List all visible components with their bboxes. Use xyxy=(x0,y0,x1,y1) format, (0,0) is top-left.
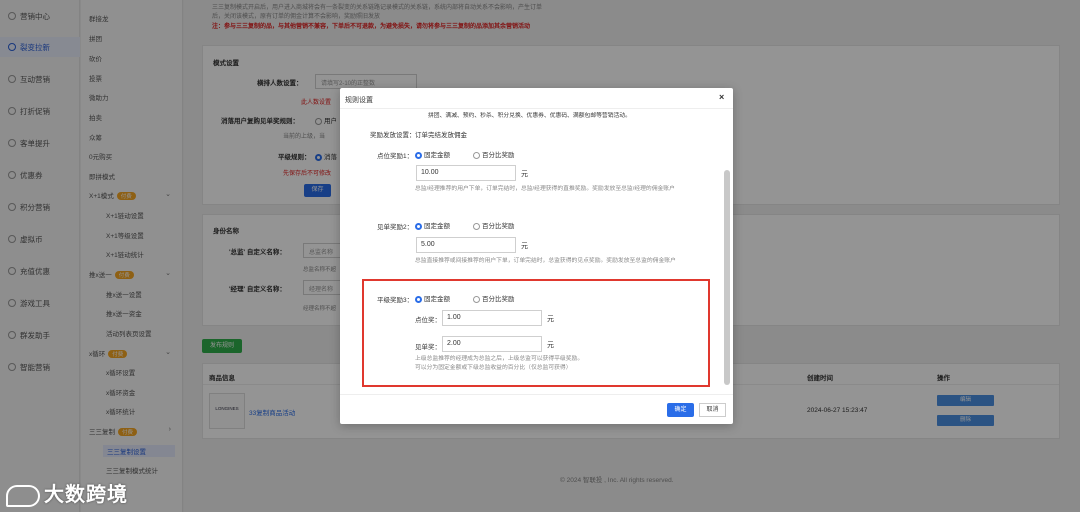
dialog-scrollbar[interactable] xyxy=(724,170,730,385)
field-note: 可以分为固定金额或下级总监收益的百分比（仅总监可获得） xyxy=(415,365,572,371)
radio-label: 百分比奖励 xyxy=(482,152,515,159)
radio-label: 固定金额 xyxy=(424,296,450,303)
field-label: 见单奖： xyxy=(415,344,441,351)
field-label: 见单奖励2： xyxy=(377,224,414,231)
watermark-text: 大数跨境 xyxy=(44,484,128,506)
order-reward-input[interactable]: 5.00 xyxy=(416,237,516,253)
warning-text: 拼团、满减、预约、秒杀、积分兑换、优惠券、优惠码、满额包邮等营销活动。 xyxy=(428,113,631,119)
radio-label: 百分比奖励 xyxy=(482,296,515,303)
radio-label: 固定金额 xyxy=(424,223,450,230)
dialog-divider xyxy=(340,108,733,109)
field-note: 总监/经理推荐的用户下单，订单完结时，总监/经理获得的直推奖励。奖励发放至总监/… xyxy=(415,186,675,192)
radio-label: 固定金额 xyxy=(424,152,450,159)
radio-icon xyxy=(473,151,480,159)
field-label: 点位奖励1： xyxy=(377,153,414,160)
point-reward-fixed-radio[interactable]: 固定金额 xyxy=(415,149,450,159)
reward-release-value: 订单完结发放佣金 xyxy=(415,132,467,139)
close-icon[interactable]: × xyxy=(719,92,724,102)
watermark: 大数跨境 xyxy=(6,478,128,507)
unit-label: 元 xyxy=(547,316,554,323)
radio-selected-icon xyxy=(415,295,422,303)
radio-selected-icon xyxy=(415,222,422,230)
dialog-title: 规则设置 xyxy=(345,97,373,104)
level-point-reward-input[interactable]: 1.00 xyxy=(442,310,542,326)
order-reward-percent-radio[interactable]: 百分比奖励 xyxy=(473,220,515,230)
radio-icon xyxy=(473,295,480,303)
field-note: 上级总监推荐的经理成为总监之后，上级总监可以获得平级奖励。 xyxy=(415,356,584,362)
level-order-reward-input[interactable]: 2.00 xyxy=(442,336,542,352)
watermark-logo-icon xyxy=(6,484,40,507)
radio-label: 百分比奖励 xyxy=(482,223,515,230)
point-reward-percent-radio[interactable]: 百分比奖励 xyxy=(473,149,515,159)
radio-selected-icon xyxy=(415,151,422,159)
cancel-button[interactable]: 取消 xyxy=(699,403,726,417)
field-note: 总监直接推荐或间接推荐的用户下单，订单完结时，总监获得的见点奖励。奖励发放至总监… xyxy=(415,258,676,264)
level-reward-percent-radio[interactable]: 百分比奖励 xyxy=(473,293,515,303)
field-label: 奖励发放设置： xyxy=(370,132,416,139)
dialog-footer-divider xyxy=(340,394,733,395)
point-reward-input[interactable]: 10.00 xyxy=(416,165,516,181)
order-reward-fixed-radio[interactable]: 固定金额 xyxy=(415,220,450,230)
confirm-button[interactable]: 确定 xyxy=(667,403,694,417)
unit-label: 元 xyxy=(521,171,528,178)
rule-settings-dialog: 规则设置 × 拼团、满减、预约、秒杀、积分兑换、优惠券、优惠码、满额包邮等营销活… xyxy=(340,88,733,424)
unit-label: 元 xyxy=(547,342,554,349)
level-reward-fixed-radio[interactable]: 固定金额 xyxy=(415,293,450,303)
field-label: 点位奖： xyxy=(415,317,441,324)
radio-icon xyxy=(473,222,480,230)
field-label: 平级奖励3： xyxy=(377,297,414,304)
unit-label: 元 xyxy=(521,243,528,250)
